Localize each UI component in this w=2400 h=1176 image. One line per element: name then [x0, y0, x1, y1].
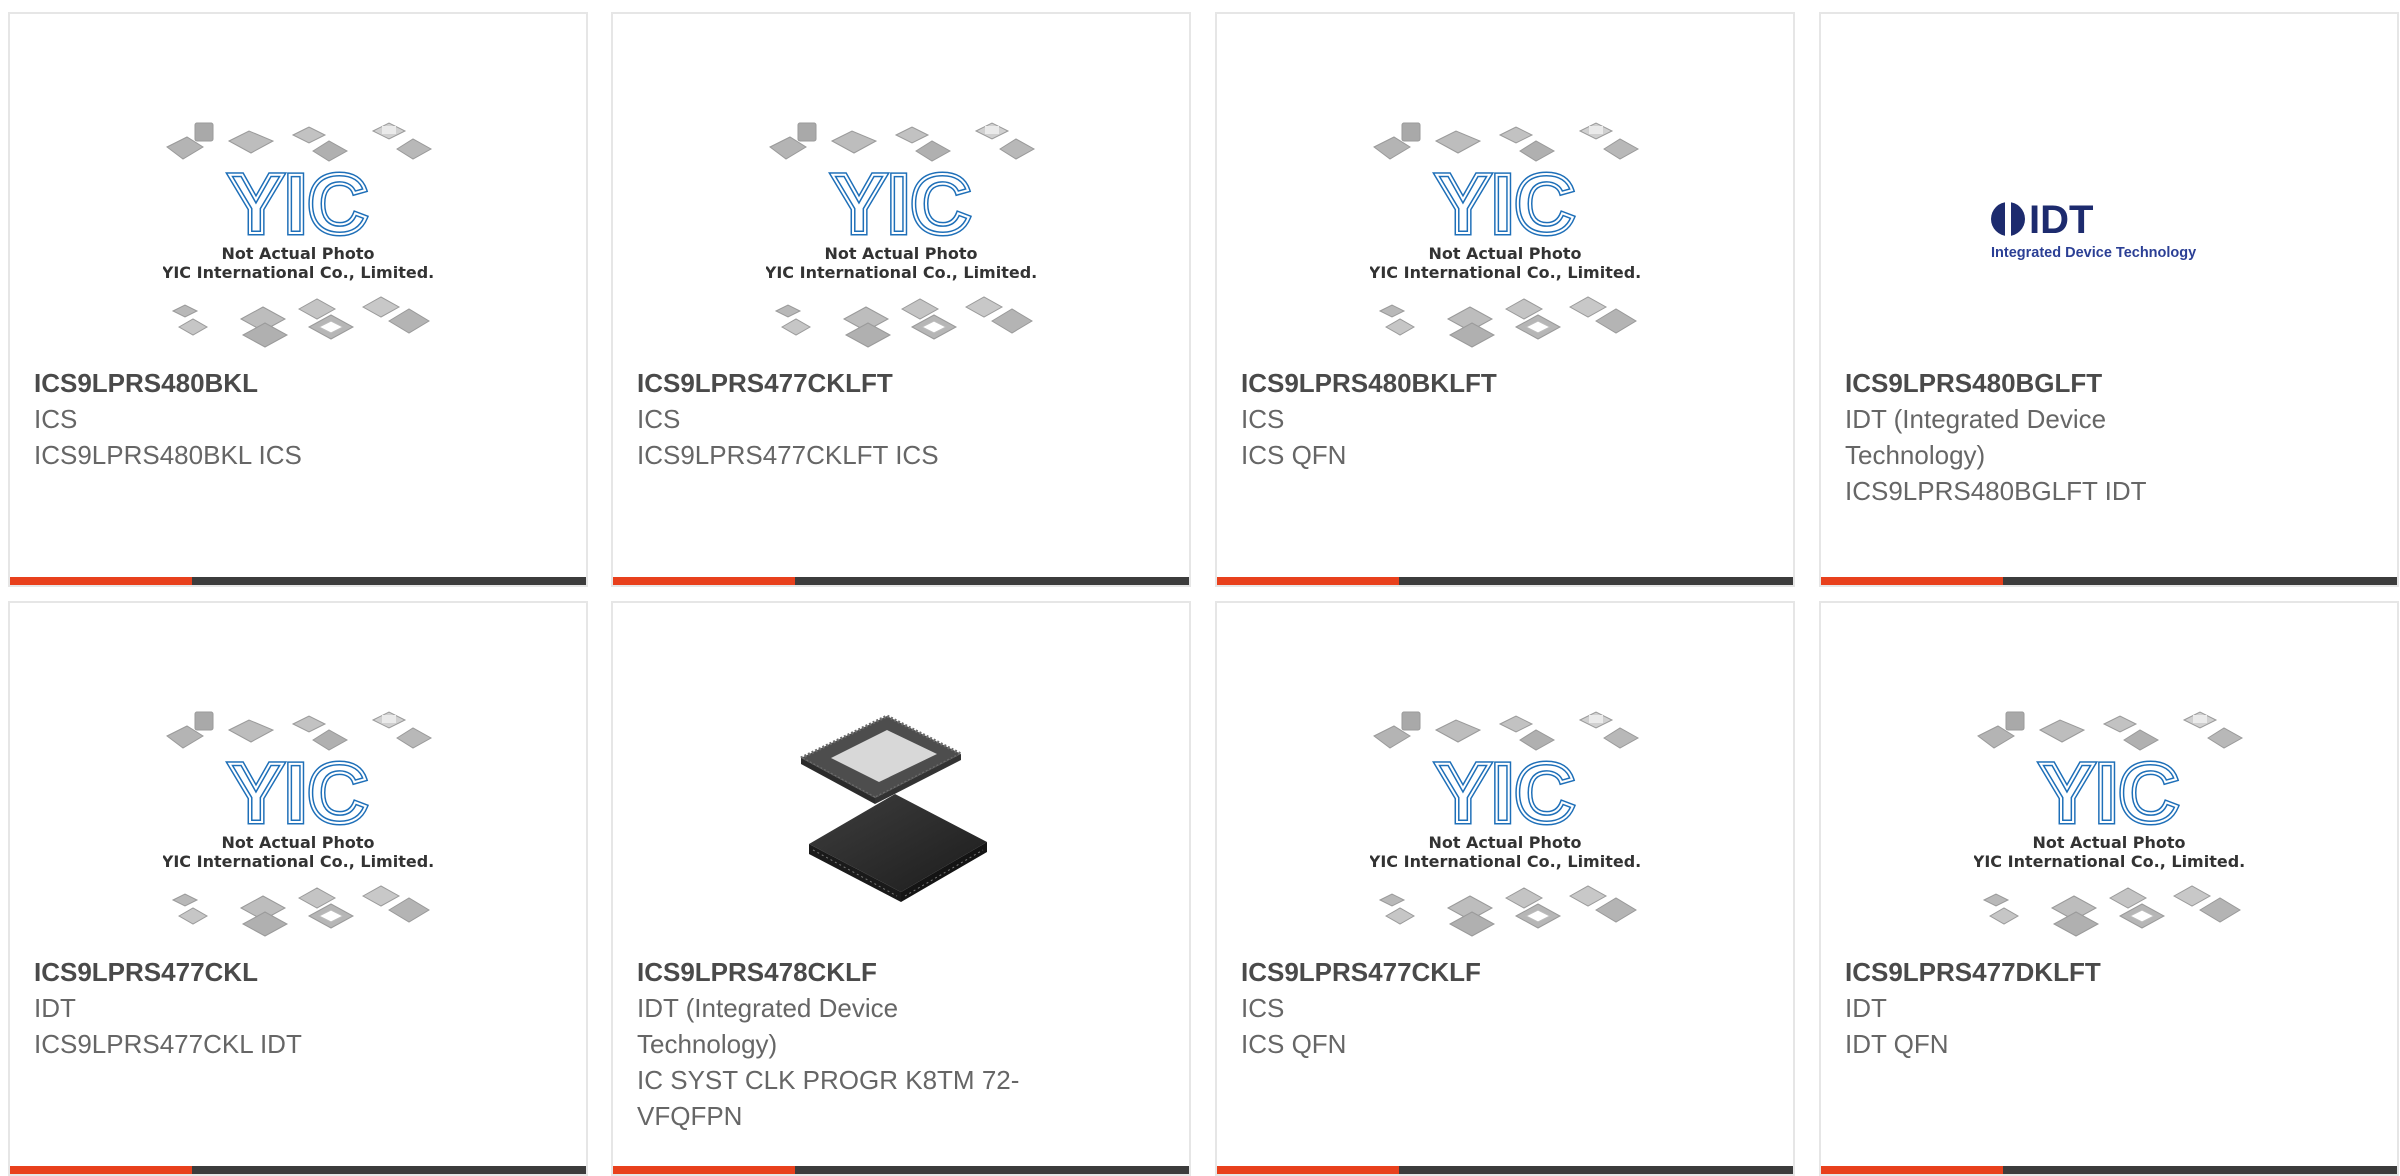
product-image[interactable]: YIC YIC Not Actual Photo YIC Internation… [1821, 693, 2397, 943]
product-card[interactable]: ICS9LPRS478CKLF IDT (Integrated Device T… [611, 601, 1191, 1176]
product-card[interactable]: YIC YIC Not Actual Photo YIC Internation… [1215, 601, 1795, 1176]
manufacturer: ICS [1241, 404, 1285, 434]
product-image[interactable]: YIC YIC Not Actual Photo YIC Internation… [613, 104, 1189, 354]
card-bottom-bar [1217, 1166, 1793, 1174]
card-bottom-bar [613, 577, 1189, 585]
svg-text:Integrated Device Technology: Integrated Device Technology [1991, 245, 2196, 261]
chip-icons-top [769, 122, 1036, 162]
yic-logo: YIC YIC [225, 744, 370, 843]
chip-icons-bottom [1378, 885, 1637, 937]
product-image[interactable]: YIC YIC Not Actual Photo YIC Internation… [1217, 104, 1793, 354]
svg-text:YIC: YIC [2039, 746, 2179, 840]
svg-text:IDT: IDT [2029, 198, 2093, 242]
part-number[interactable]: ICS9LPRS477CKLFT [637, 365, 1165, 401]
product-image[interactable] [613, 693, 1189, 943]
product-description: ICS QFN [1241, 440, 1347, 470]
svg-text:YIC: YIC [228, 746, 368, 840]
chip-icons-top [166, 711, 433, 751]
svg-text:YIC International Co., Limited: YIC International Co., Limited. [766, 263, 1036, 282]
yic-logo: YIC YIC [1432, 744, 1577, 843]
qfn-chip-photo [797, 714, 987, 902]
chip-icons-bottom [1378, 296, 1637, 348]
svg-text:Not Actual Photo: Not Actual Photo [824, 244, 977, 263]
yic-placeholder-image: YIC YIC Not Actual Photo YIC Internation… [1974, 711, 2244, 937]
manufacturer: Technology) [637, 1029, 778, 1059]
product-description: ICS9LPRS480BKL ICS [34, 440, 302, 470]
card-bottom-bar [1217, 577, 1793, 585]
idt-logo: IDT Integrated Device Technology [1991, 198, 2196, 261]
product-card[interactable]: IDT Integrated Device Technology ICS9LPR… [1819, 12, 2399, 587]
svg-text:YIC: YIC [228, 157, 368, 251]
product-image[interactable]: YIC YIC Not Actual Photo YIC Internation… [10, 693, 586, 943]
product-description: ICS9LPRS477CKLFT ICS [637, 440, 939, 470]
svg-text:YIC International Co., Limited: YIC International Co., Limited. [1370, 263, 1640, 282]
svg-text:Not Actual Photo: Not Actual Photo [2032, 833, 2185, 852]
chip-icons-top [1373, 711, 1640, 751]
svg-text:Not Actual Photo: Not Actual Photo [221, 244, 374, 263]
card-bottom-bar [10, 1166, 586, 1174]
product-card[interactable]: YIC YIC Not Actual Photo YIC Internation… [8, 601, 588, 1176]
part-number[interactable]: ICS9LPRS477CKLF [1241, 954, 1769, 990]
chip-icons-bottom [1982, 885, 2241, 937]
product-description: IC SYST CLK PROGR K8TM 72- [637, 1065, 1020, 1095]
yic-logo: YIC YIC [1432, 155, 1577, 254]
manufacturer: ICS [637, 404, 681, 434]
product-card[interactable]: YIC YIC Not Actual Photo YIC Internation… [1819, 601, 2399, 1176]
manufacturer: ICS [1241, 993, 1285, 1023]
product-description: ICS QFN [1241, 1029, 1347, 1059]
product-image[interactable]: YIC YIC Not Actual Photo YIC Internation… [1217, 693, 1793, 943]
chip-icons-bottom [171, 296, 430, 348]
manufacturer: Technology) [1845, 440, 1986, 470]
product-description: VFQFPN [637, 1101, 743, 1131]
manufacturer: ICS [34, 404, 78, 434]
product-description: ICS9LPRS477CKL IDT [34, 1029, 302, 1059]
manufacturer: IDT (Integrated Device [637, 993, 899, 1023]
chip-icons-top [1977, 711, 2244, 751]
svg-text:Not Actual Photo: Not Actual Photo [1428, 833, 1581, 852]
svg-text:YIC: YIC [1435, 746, 1575, 840]
product-card[interactable]: YIC YIC Not Actual Photo YIC Internation… [1215, 12, 1795, 587]
yic-placeholder-image: YIC YIC Not Actual Photo YIC Internation… [1370, 711, 1640, 937]
chip-icons-bottom [171, 885, 430, 937]
card-bottom-bar [1821, 1166, 2397, 1174]
part-number[interactable]: ICS9LPRS477DKLFT [1845, 954, 2373, 990]
svg-text:YIC International Co., Limited: YIC International Co., Limited. [163, 852, 433, 871]
idt-logo-mark [1991, 201, 2025, 237]
yic-placeholder-image: YIC YIC Not Actual Photo YIC Internation… [163, 122, 433, 348]
manufacturer: IDT [34, 993, 76, 1023]
part-number[interactable]: ICS9LPRS480BKL [34, 365, 562, 401]
card-bottom-bar [10, 577, 586, 585]
yic-placeholder-image: YIC YIC Not Actual Photo YIC Internation… [1370, 122, 1640, 348]
card-bottom-bar [613, 1166, 1189, 1174]
yic-placeholder-image: YIC YIC Not Actual Photo YIC Internation… [766, 122, 1036, 348]
card-bottom-bar [1821, 577, 2397, 585]
svg-text:YIC International Co., Limited: YIC International Co., Limited. [163, 263, 433, 282]
manufacturer: IDT [1845, 993, 1887, 1023]
chip-icons-bottom [774, 296, 1033, 348]
product-description: ICS9LPRS480BGLFT IDT [1845, 476, 2147, 506]
part-number[interactable]: ICS9LPRS477CKL [34, 954, 562, 990]
part-number[interactable]: ICS9LPRS478CKLF [637, 954, 1165, 990]
product-image[interactable]: IDT Integrated Device Technology [1821, 104, 2397, 354]
yic-logo: YIC YIC [225, 155, 370, 254]
svg-text:YIC: YIC [1435, 157, 1575, 251]
part-number[interactable]: ICS9LPRS480BKLFT [1241, 365, 1769, 401]
product-card[interactable]: YIC YIC Not Actual Photo YIC Internation… [611, 12, 1191, 587]
yic-placeholder-image: YIC YIC Not Actual Photo YIC Internation… [163, 711, 433, 937]
svg-text:Not Actual Photo: Not Actual Photo [221, 833, 374, 852]
product-grid: YIC YIC Not Actual Photo YIC Internation… [0, 0, 2400, 1176]
svg-text:YIC International Co., Limited: YIC International Co., Limited. [1370, 852, 1640, 871]
product-description: IDT QFN [1845, 1029, 1949, 1059]
svg-text:YIC: YIC [831, 157, 971, 251]
svg-text:YIC International Co., Limited: YIC International Co., Limited. [1974, 852, 2244, 871]
chip-icons-top [1373, 122, 1640, 162]
manufacturer: IDT (Integrated Device [1845, 404, 2107, 434]
part-number[interactable]: ICS9LPRS480BGLFT [1845, 365, 2373, 401]
product-image[interactable]: YIC YIC Not Actual Photo YIC Internation… [10, 104, 586, 354]
svg-text:Not Actual Photo: Not Actual Photo [1428, 244, 1581, 263]
yic-logo: YIC YIC [2036, 744, 2181, 843]
yic-logo: YIC YIC [828, 155, 973, 254]
chip-icons-top [166, 122, 433, 162]
product-card[interactable]: YIC YIC Not Actual Photo YIC Internation… [8, 12, 588, 587]
